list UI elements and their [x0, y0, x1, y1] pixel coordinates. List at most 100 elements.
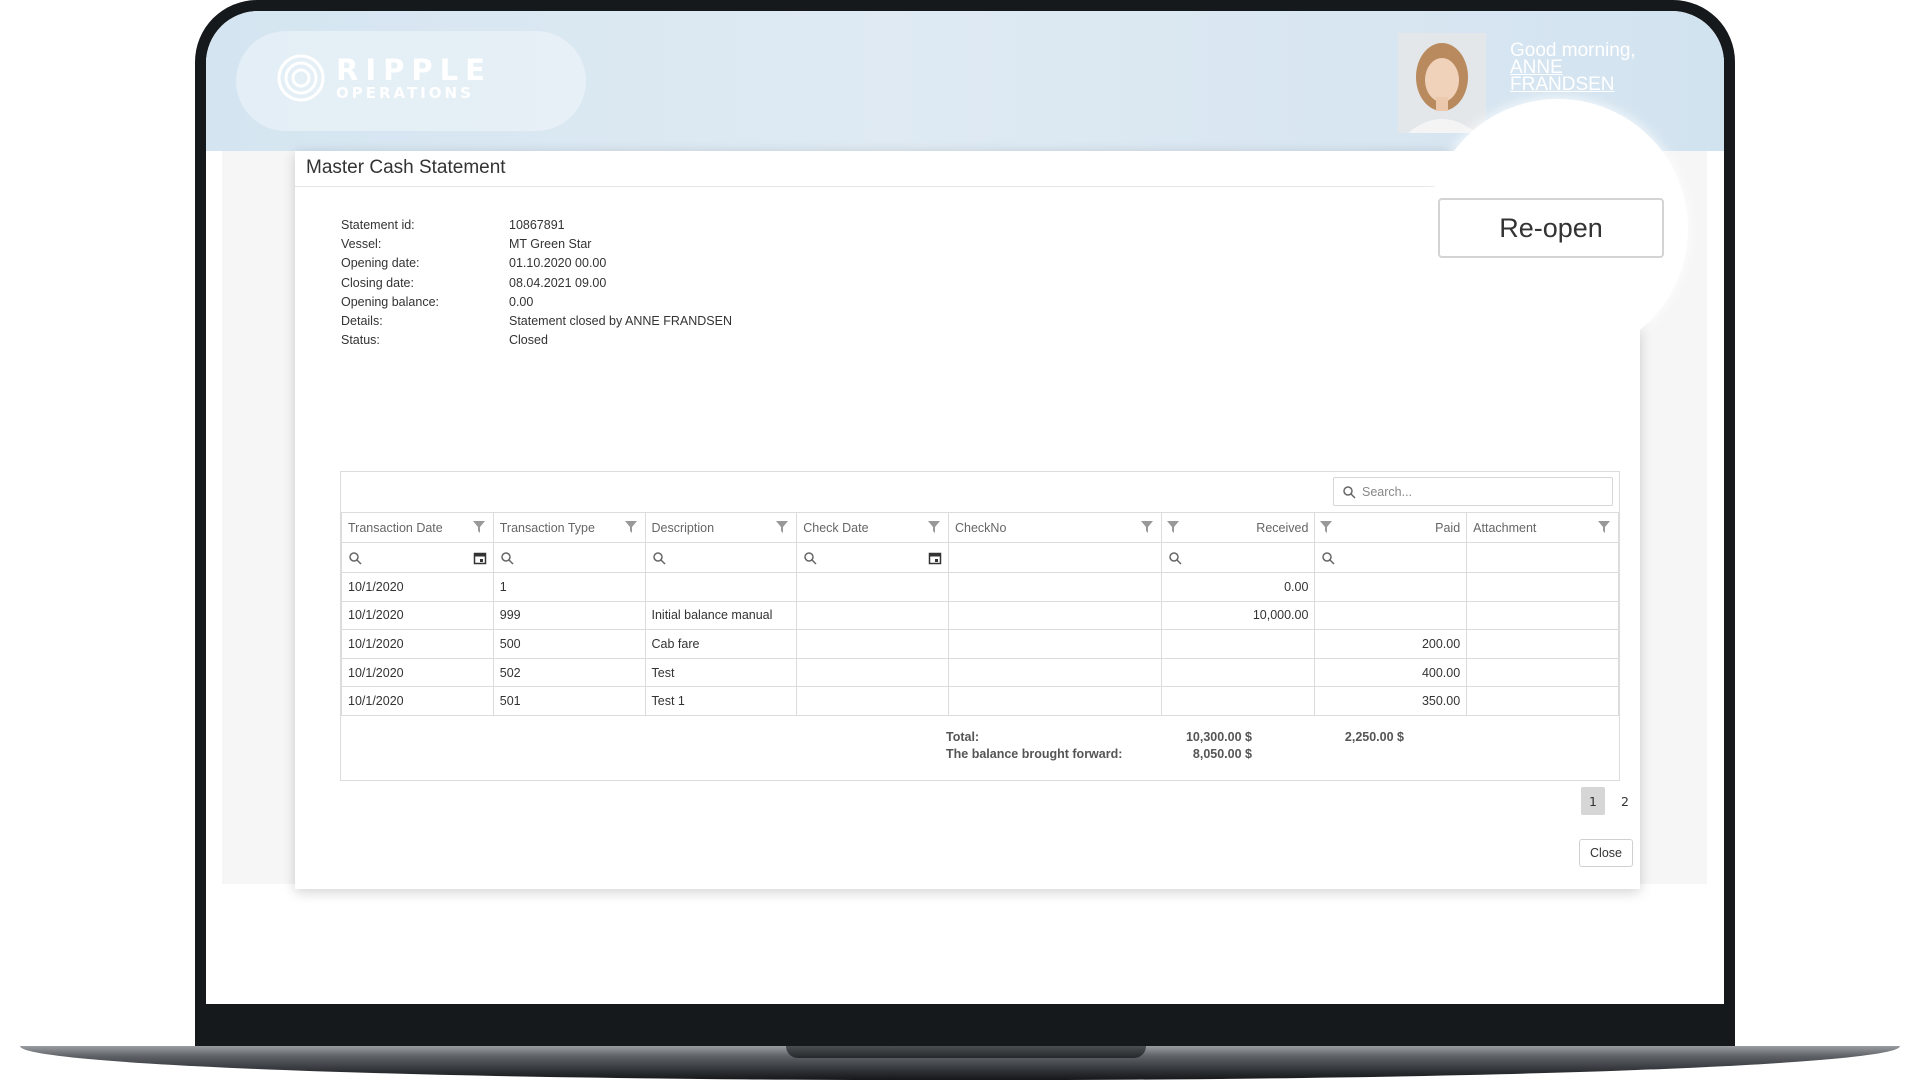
- cell-attachment: [1466, 600, 1619, 631]
- filter-cell-paid[interactable]: [1314, 542, 1468, 573]
- info-row: Opening balance: 0.00: [341, 292, 732, 311]
- filter-cell-check-date[interactable]: [796, 542, 949, 573]
- cell-transaction-date: 10/1/2020: [341, 600, 494, 631]
- filter-cell-transaction-date[interactable]: [341, 542, 494, 573]
- filter-icon[interactable]: [1166, 520, 1180, 534]
- info-label: Vessel:: [341, 236, 382, 251]
- cell-attachment: [1466, 686, 1619, 716]
- close-button[interactable]: Close: [1579, 839, 1633, 867]
- cell-check-date: [796, 600, 949, 631]
- search-icon: [1322, 552, 1335, 565]
- column-header-transaction-date[interactable]: Transaction Date: [341, 512, 494, 543]
- cell-received: [1161, 629, 1316, 659]
- column-header-received[interactable]: Received: [1161, 512, 1316, 543]
- filter-row: [341, 542, 1619, 573]
- cell-transaction-type: 1: [492, 572, 646, 602]
- info-label: Details:: [341, 314, 383, 329]
- cell-attachment: [1466, 572, 1619, 602]
- cell-paid: [1314, 572, 1468, 602]
- user-photo-icon: [1398, 33, 1486, 133]
- filter-icon[interactable]: [1319, 520, 1333, 534]
- filter-icon[interactable]: [624, 520, 638, 534]
- laptop-screen: RIPPLE OPERATIONS Good morning, ANNE FRA…: [206, 11, 1724, 1004]
- balance-label: The balance brought forward:: [946, 747, 1123, 761]
- filter-icon[interactable]: [472, 520, 486, 534]
- avatar[interactable]: [1398, 33, 1486, 133]
- balance-value: 8,050.00 $: [1192, 747, 1252, 761]
- search-icon: [1343, 485, 1356, 499]
- cell-attachment: [1466, 657, 1619, 688]
- filter-icon[interactable]: [775, 520, 789, 534]
- filter-cell-attachment[interactable]: [1466, 542, 1619, 573]
- brand-sub: OPERATIONS: [336, 83, 474, 102]
- info-value: 0.00: [509, 294, 534, 309]
- column-header-transaction-type[interactable]: Transaction Type: [492, 512, 646, 543]
- cell-transaction-type: 999: [492, 600, 646, 631]
- column-header-check-date[interactable]: Check Date: [796, 512, 949, 543]
- brand-logo[interactable]: RIPPLE OPERATIONS: [276, 53, 492, 103]
- calendar-icon[interactable]: [473, 551, 487, 565]
- cell-checkno: [947, 572, 1163, 602]
- filter-cell-checkno[interactable]: [947, 542, 1163, 573]
- table-row[interactable]: 10/1/2020 501 Test 1 350.00: [341, 686, 1619, 716]
- cell-paid: 400.00: [1314, 657, 1468, 688]
- header-row: Transaction Date Transaction Type Descri…: [341, 512, 1619, 543]
- info-value: 10867891: [509, 217, 565, 232]
- statement-info: Statement id: 10867891 Vessel: MT Green St…: [341, 215, 732, 350]
- grid-totals: Total: The balance brought forward: 10,3…: [341, 719, 1619, 769]
- paid-totals: 2,250.00 $: [1263, 729, 1404, 746]
- page-button-2[interactable]: 2: [1613, 787, 1637, 815]
- totals-labels: Total: The balance brought forward:: [946, 729, 1122, 763]
- column-label: Paid: [1435, 520, 1461, 535]
- cell-description: Cab fare: [644, 629, 798, 659]
- table-row[interactable]: 10/1/2020 1 0.00: [341, 572, 1619, 602]
- cell-checkno: [947, 657, 1163, 688]
- transactions-table: Transaction Date Transaction Type Descri…: [341, 512, 1619, 716]
- column-header-paid[interactable]: Paid: [1314, 512, 1468, 543]
- cell-transaction-date: 10/1/2020: [341, 657, 494, 688]
- info-value: Statement closed by ANNE FRANDSEN: [509, 314, 732, 329]
- cell-transaction-type: 501: [492, 686, 646, 716]
- column-label: Description: [651, 520, 715, 535]
- column-label: Transaction Type: [499, 520, 595, 535]
- ripple-logo-icon: [277, 54, 325, 102]
- info-row: Vessel: MT Green Star: [341, 234, 732, 253]
- cell-checkno: [947, 629, 1163, 659]
- page-button-1[interactable]: 1: [1581, 787, 1605, 815]
- info-label: Opening balance:: [341, 294, 439, 309]
- cell-check-date: [796, 629, 949, 659]
- filter-cell-description[interactable]: [644, 542, 798, 573]
- filter-icon[interactable]: [927, 520, 941, 534]
- filter-icon[interactable]: [1140, 520, 1154, 534]
- column-header-checkno[interactable]: CheckNo: [947, 512, 1163, 543]
- grid-search-input[interactable]: Search...: [1333, 477, 1613, 506]
- total-label: Total:: [946, 730, 980, 744]
- column-label: Received: [1256, 520, 1309, 535]
- cell-transaction-type: 502: [492, 657, 646, 688]
- filter-cell-received[interactable]: [1161, 542, 1316, 573]
- table-row[interactable]: 10/1/2020 999 Initial balance manual 10,…: [341, 600, 1619, 631]
- cell-paid: 350.00: [1314, 686, 1468, 716]
- table-row[interactable]: 10/1/2020 500 Cab fare 200.00: [341, 629, 1619, 659]
- cell-description: Test: [644, 657, 798, 688]
- user-last-name[interactable]: FRANDSEN: [1510, 75, 1636, 94]
- calendar-icon[interactable]: [928, 551, 942, 565]
- info-row: Statement id: 10867891: [341, 215, 732, 234]
- cell-transaction-type: 500: [492, 629, 646, 659]
- cell-received: 0.00: [1161, 572, 1316, 602]
- cell-received: [1161, 686, 1316, 716]
- table-row[interactable]: 10/1/2020 502 Test 400.00: [341, 657, 1619, 688]
- info-row: Details: Statement closed by ANNE FRANDSE…: [341, 311, 732, 330]
- reopen-button[interactable]: Re-open: [1438, 198, 1664, 258]
- search-icon: [349, 552, 362, 565]
- column-header-description[interactable]: Description: [644, 512, 798, 543]
- cell-check-date: [796, 657, 949, 688]
- column-label: CheckNo: [955, 520, 1007, 535]
- search-placeholder: Search...: [1362, 484, 1413, 499]
- cell-checkno: [947, 686, 1163, 716]
- column-header-attachment[interactable]: Attachment: [1466, 512, 1619, 543]
- column-label: Check Date: [803, 520, 869, 535]
- filter-icon[interactable]: [1597, 520, 1611, 534]
- cell-description: Initial balance manual: [644, 600, 798, 631]
- filter-cell-transaction-type[interactable]: [492, 542, 646, 573]
